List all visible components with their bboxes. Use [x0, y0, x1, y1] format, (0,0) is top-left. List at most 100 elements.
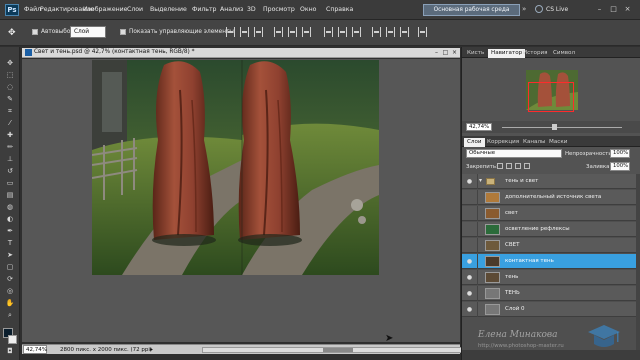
close-icon[interactable]: ×	[622, 4, 633, 14]
menu-select[interactable]: Выделение	[150, 6, 187, 13]
layer-row[interactable]: осветление рефлексы	[462, 222, 636, 237]
group-expand-icon[interactable]: ▾	[479, 177, 482, 184]
lock-pixels-icon[interactable]	[506, 163, 512, 169]
dodge-tool-icon[interactable]: ◐	[4, 215, 16, 224]
align-bottom-icon[interactable]	[254, 27, 263, 37]
menu-window[interactable]: Окно	[300, 6, 316, 13]
distribute-left-icon[interactable]	[372, 27, 381, 37]
blur-tool-icon[interactable]: ◍	[4, 203, 16, 212]
healing-tool-icon[interactable]: ✚	[4, 131, 16, 140]
distribute-hcenter-icon[interactable]	[386, 27, 395, 37]
layers-vertical-scrollbar[interactable]	[636, 174, 640, 350]
align-vcenter-icon[interactable]	[240, 27, 249, 37]
crop-tool-icon[interactable]: ⌗	[4, 107, 16, 116]
layer-row-selected[interactable]: ● контактная тень	[462, 254, 636, 269]
workspace-button[interactable]: Основная рабочая среда	[423, 4, 520, 16]
lasso-tool-icon[interactable]: ◌	[4, 83, 16, 92]
gradient-tool-icon[interactable]: ▤	[4, 191, 16, 200]
quick-mask-icon[interactable]: ◘	[4, 347, 16, 356]
doc-close-icon[interactable]: ×	[450, 48, 459, 57]
navigator-zoom-slider[interactable]	[502, 124, 622, 130]
status-menu-arrow-icon[interactable]: ▸	[150, 346, 153, 353]
autoselect-target-select[interactable]: Слой	[70, 26, 106, 38]
show-transform-checkbox[interactable]	[120, 29, 126, 35]
history-brush-tool-icon[interactable]: ↺	[4, 167, 16, 176]
lock-position-icon[interactable]	[515, 163, 521, 169]
tab-adjustments[interactable]: Коррекция	[484, 138, 522, 147]
doc-maximize-icon[interactable]: □	[441, 48, 450, 57]
maximize-icon[interactable]: □	[608, 4, 619, 14]
distribute-bottom-icon[interactable]	[352, 27, 361, 37]
menu-analysis[interactable]: Анализ	[220, 6, 243, 13]
menu-view[interactable]: Просмотр	[263, 6, 295, 13]
layer-row[interactable]: ● ТЕНЬ	[462, 286, 636, 301]
layer-row[interactable]: ● Слой 0	[462, 302, 636, 317]
tab-masks[interactable]: Маски	[546, 138, 570, 147]
hand-tool-icon[interactable]: ✋	[4, 299, 16, 308]
align-hcenter-icon[interactable]	[288, 27, 297, 37]
navigator-view-box[interactable]	[528, 82, 574, 112]
tab-character[interactable]: Символ	[550, 49, 578, 58]
eyedropper-tool-icon[interactable]: ⁄	[4, 119, 16, 128]
menu-3d[interactable]: 3D	[247, 6, 256, 13]
distribute-top-icon[interactable]	[324, 27, 333, 37]
layer-row[interactable]: дополнительный источник света	[462, 190, 636, 205]
align-left-icon[interactable]	[274, 27, 283, 37]
lock-transparency-icon[interactable]	[497, 163, 503, 169]
autoselect-checkbox[interactable]	[32, 29, 38, 35]
layer-visibility-eye-icon[interactable]: ●	[465, 305, 474, 314]
minimize-icon[interactable]: –	[594, 4, 605, 14]
blend-mode-select[interactable]: Обычные	[466, 149, 562, 158]
align-top-icon[interactable]	[226, 27, 235, 37]
canvas-image[interactable]	[92, 60, 379, 275]
background-color-swatch[interactable]	[8, 335, 17, 344]
zoom-tool-icon[interactable]: ⌕	[4, 311, 16, 320]
path-select-tool-icon[interactable]: ➤	[4, 251, 16, 260]
more-workspaces-icon[interactable]: »	[522, 5, 526, 13]
quick-select-tool-icon[interactable]: ✎	[4, 95, 16, 104]
move-tool-icon[interactable]: ✥	[8, 28, 22, 38]
marquee-tool-icon[interactable]: ⬚	[4, 71, 16, 80]
tab-layers[interactable]: Слои	[464, 138, 485, 147]
move-tool-icon[interactable]: ✥	[4, 59, 16, 68]
tab-history[interactable]: История	[520, 49, 551, 58]
horizontal-scrollbar[interactable]	[202, 347, 462, 353]
layer-group-row[interactable]: ● ▾ тень и свет	[462, 174, 636, 189]
menu-layers[interactable]: Слои	[127, 6, 143, 13]
3d-orbit-tool-icon[interactable]: ◎	[4, 287, 16, 296]
brush-tool-icon[interactable]: ✏	[4, 143, 16, 152]
tab-channels[interactable]: Каналы	[520, 138, 548, 147]
shape-tool-icon[interactable]: ▢	[4, 263, 16, 272]
3d-rotate-tool-icon[interactable]: ⟳	[4, 275, 16, 284]
doc-minimize-icon[interactable]: –	[432, 48, 441, 57]
menu-file[interactable]: Файл	[24, 6, 41, 13]
layer-visibility-eye-icon[interactable]: ●	[465, 257, 474, 266]
distribute-vcenter-icon[interactable]	[338, 27, 347, 37]
pen-tool-icon[interactable]: ✒	[4, 227, 16, 236]
opacity-field[interactable]: 100%	[610, 149, 630, 158]
distribute-right-icon[interactable]	[400, 27, 409, 37]
menu-help[interactable]: Справка	[326, 6, 353, 13]
layer-row[interactable]: свет	[462, 206, 636, 221]
cs-live-icon[interactable]	[535, 5, 543, 13]
navigator-zoom-field[interactable]: 42,74%	[466, 123, 492, 131]
align-right-icon[interactable]	[302, 27, 311, 37]
scrollbar-thumb[interactable]	[323, 348, 353, 352]
type-tool-icon[interactable]: T	[4, 239, 16, 248]
auto-align-icon[interactable]	[418, 27, 427, 37]
menu-filter[interactable]: Фильтр	[192, 6, 216, 13]
layer-row[interactable]: ● тень	[462, 270, 636, 285]
status-zoom-field[interactable]: 42,74%	[23, 345, 47, 354]
menu-image[interactable]: Изображение	[83, 6, 128, 13]
lock-all-icon[interactable]	[524, 163, 530, 169]
layer-row[interactable]: СВЕТ	[462, 238, 636, 253]
layer-visibility-eye-icon[interactable]: ●	[465, 177, 474, 186]
fill-field[interactable]: 100%	[610, 162, 630, 171]
eraser-tool-icon[interactable]: ▭	[4, 179, 16, 188]
cs-live-label[interactable]: CS Live	[546, 6, 568, 13]
layer-visibility-eye-icon[interactable]: ●	[465, 289, 474, 298]
tab-brush[interactable]: Кисть	[464, 49, 487, 58]
layer-visibility-eye-icon[interactable]: ●	[465, 273, 474, 282]
zoom-slider-handle[interactable]	[552, 124, 557, 130]
document-tab[interactable]: Свет и тень.psd @ 42,7% (контактная тень…	[22, 48, 460, 58]
